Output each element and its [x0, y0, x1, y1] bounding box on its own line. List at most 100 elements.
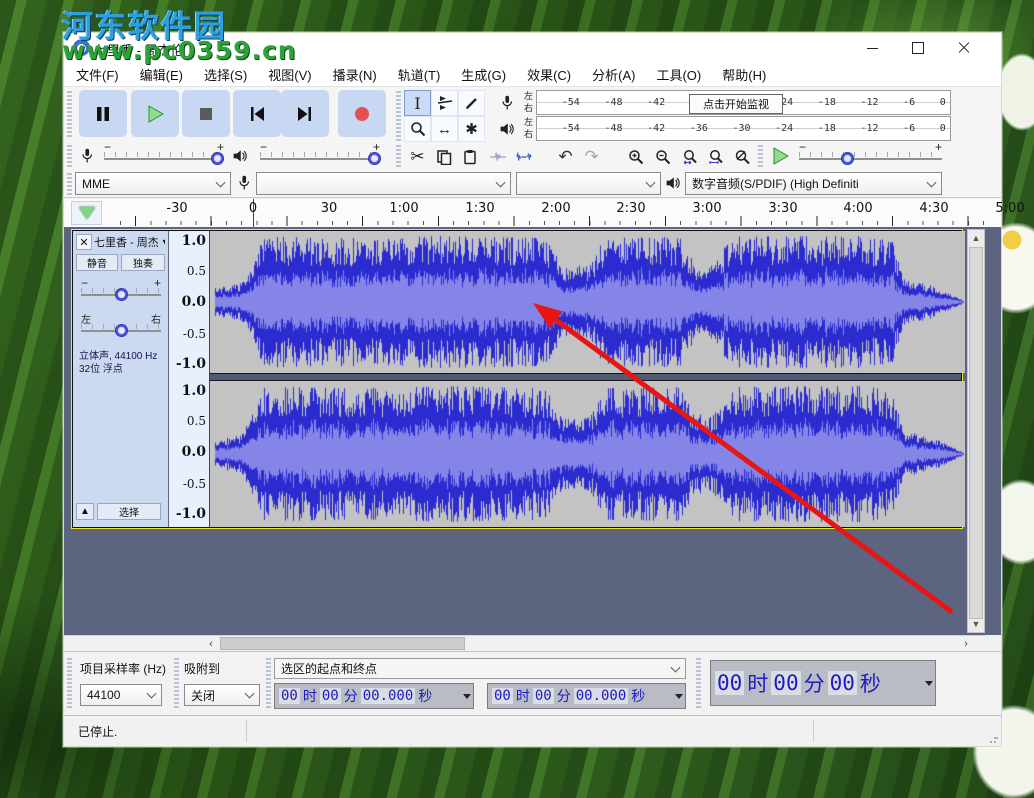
zoom-tool-button[interactable]: [404, 116, 431, 142]
play-at-speed-grip[interactable]: [758, 145, 763, 169]
play-meter-button[interactable]: [494, 116, 520, 141]
redo-button[interactable]: ↷: [579, 145, 604, 169]
timeline-ruler[interactable]: -30 0 30 1:00 1:30 2:00 2:30 3:00 3:30 4…: [64, 199, 1001, 228]
snap-to-select[interactable]: 关闭: [184, 684, 260, 706]
gain-thumb[interactable]: [115, 288, 128, 301]
playback-device-select[interactable]: 数字音频(S/PDIF) (High Definiti: [685, 172, 942, 195]
time-toolbar-grip[interactable]: [696, 658, 701, 710]
play-speed-thumb[interactable]: [841, 152, 854, 165]
menu-analyze[interactable]: 分析(A): [592, 65, 635, 84]
menu-select[interactable]: 选择(S): [204, 65, 247, 84]
play-volume-slider[interactable]: −+: [260, 147, 380, 165]
playback-meter[interactable]: -54-48 -42-36 -30-24 -18-12 -60: [536, 116, 951, 141]
menu-edit[interactable]: 编辑(E): [140, 65, 183, 84]
skip-to-end-button[interactable]: [281, 90, 329, 137]
envelope-tool-button[interactable]: [431, 90, 458, 116]
chevron-down-icon[interactable]: [463, 694, 471, 699]
selection-fields-grip[interactable]: [266, 658, 271, 710]
track-area[interactable]: ✕ 七里香 - 周杰▼ 静音 独奏 −+ 左 右 立体声: [64, 227, 1001, 635]
chevron-down-icon[interactable]: [925, 681, 933, 686]
zoom-toggle-button[interactable]: [729, 145, 754, 169]
play-volume-thumb[interactable]: [368, 152, 381, 165]
play-button[interactable]: [131, 90, 179, 137]
track-name-menu[interactable]: 七里香 - 周杰▼: [94, 234, 165, 250]
device-toolbar-grip[interactable]: [67, 173, 72, 195]
fit-selection-button[interactable]: [677, 145, 702, 169]
project-rate-select[interactable]: 44100: [80, 684, 162, 706]
selection-tool-button[interactable]: I: [404, 90, 431, 116]
cut-button[interactable]: ✂: [405, 145, 430, 169]
menu-help[interactable]: 帮助(H): [722, 65, 766, 84]
play-at-speed-button[interactable]: [767, 144, 792, 168]
track-gain-slider[interactable]: −+: [81, 281, 161, 299]
audio-position-field[interactable]: 00时 00分 00秒: [710, 660, 936, 706]
chevron-down-icon[interactable]: [675, 694, 683, 699]
vertical-scroll-thumb[interactable]: [969, 247, 983, 619]
zoom-out-button[interactable]: [650, 145, 675, 169]
scroll-down-icon[interactable]: ▼: [968, 616, 984, 632]
recording-device-select[interactable]: [256, 172, 511, 195]
record-volume-slider[interactable]: −+: [104, 147, 224, 165]
trim-audio-button[interactable]: [485, 145, 510, 169]
recording-channels-select[interactable]: [516, 172, 661, 195]
mute-button[interactable]: 静音: [76, 254, 118, 271]
menu-view[interactable]: 视图(V): [268, 65, 311, 84]
snap-grip[interactable]: [174, 658, 179, 710]
play-speed-slider[interactable]: −+: [799, 147, 942, 165]
minimize-button[interactable]: [849, 33, 895, 63]
selection-mode-select[interactable]: 选区的起点和终点: [274, 658, 686, 679]
solo-button[interactable]: 独奏: [121, 254, 165, 271]
vertical-scale-ruler[interactable]: 1.0 0.5 0.0 -0.5 -1.0 1.0 0.5 0.0 -0.5 -…: [169, 231, 210, 527]
silence-audio-button[interactable]: [511, 145, 536, 169]
pan-thumb[interactable]: [115, 324, 128, 337]
vertical-scrollbar[interactable]: ▲ ▼: [967, 229, 985, 633]
multi-tool-button[interactable]: ✱: [458, 116, 485, 142]
menu-file[interactable]: 文件(F): [76, 65, 119, 84]
menu-tracks[interactable]: 轨道(T): [398, 65, 441, 84]
draw-tool-button[interactable]: [458, 90, 485, 116]
menu-effect[interactable]: 效果(C): [527, 65, 571, 84]
horizontal-scroll-thumb[interactable]: [220, 637, 465, 650]
selection-start-field[interactable]: 00时 00分 00.000秒: [274, 683, 474, 709]
tools-toolbar-grip[interactable]: [396, 91, 401, 143]
track-pan-slider[interactable]: 左 右: [81, 317, 161, 335]
selection-end-field[interactable]: 00时 00分 00.000秒: [487, 683, 686, 709]
fit-project-button[interactable]: [703, 145, 728, 169]
scroll-up-icon[interactable]: ▲: [968, 230, 984, 246]
recording-meter[interactable]: -54-48 -42-36 -30-24 -18-12 -60 点击开始监视: [536, 90, 951, 115]
scroll-right-icon[interactable]: ›: [958, 636, 974, 652]
scroll-left-icon[interactable]: ‹: [203, 636, 219, 652]
paste-button[interactable]: [457, 145, 482, 169]
mixer-toolbar-grip[interactable]: [67, 145, 72, 169]
audio-host-select[interactable]: MME: [75, 172, 231, 195]
edit-toolbar-grip[interactable]: [396, 145, 401, 169]
selection-toolbar-grip[interactable]: [67, 658, 72, 710]
waveform-right-channel[interactable]: [210, 381, 965, 527]
close-button[interactable]: [941, 33, 987, 63]
maximize-button[interactable]: [895, 33, 941, 63]
track-close-button[interactable]: ✕: [76, 234, 92, 250]
menu-tools[interactable]: 工具(O): [656, 65, 701, 84]
record-volume-thumb[interactable]: [211, 152, 224, 165]
skip-to-start-button[interactable]: [233, 90, 281, 137]
waveform-view[interactable]: [210, 231, 961, 527]
transport-toolbar-grip[interactable]: [67, 91, 72, 137]
menu-transport[interactable]: 播录(N): [333, 65, 377, 84]
time-ruler[interactable]: -30 0 30 1:00 1:30 2:00 2:30 3:00 3:30 4…: [106, 199, 984, 227]
stop-button[interactable]: [182, 90, 230, 137]
menu-generate[interactable]: 生成(G): [461, 65, 506, 84]
pinned-playhead-button[interactable]: [71, 201, 102, 225]
monitor-tooltip[interactable]: 点击开始监视: [689, 94, 783, 114]
resize-grip[interactable]: [989, 734, 999, 744]
zoom-in-button[interactable]: [623, 145, 648, 169]
waveform-left-channel[interactable]: [210, 231, 965, 373]
collapse-track-button[interactable]: ▲: [76, 503, 94, 520]
record-meter-button[interactable]: [494, 90, 520, 115]
record-button[interactable]: [338, 90, 386, 137]
undo-button[interactable]: ↶: [553, 145, 578, 169]
horizontal-scrollbar[interactable]: ‹ ›: [64, 635, 985, 652]
track-select-button[interactable]: 选择: [97, 503, 161, 520]
timeshift-tool-button[interactable]: ↔: [431, 116, 458, 142]
copy-button[interactable]: [431, 145, 456, 169]
pause-button[interactable]: [79, 90, 127, 137]
